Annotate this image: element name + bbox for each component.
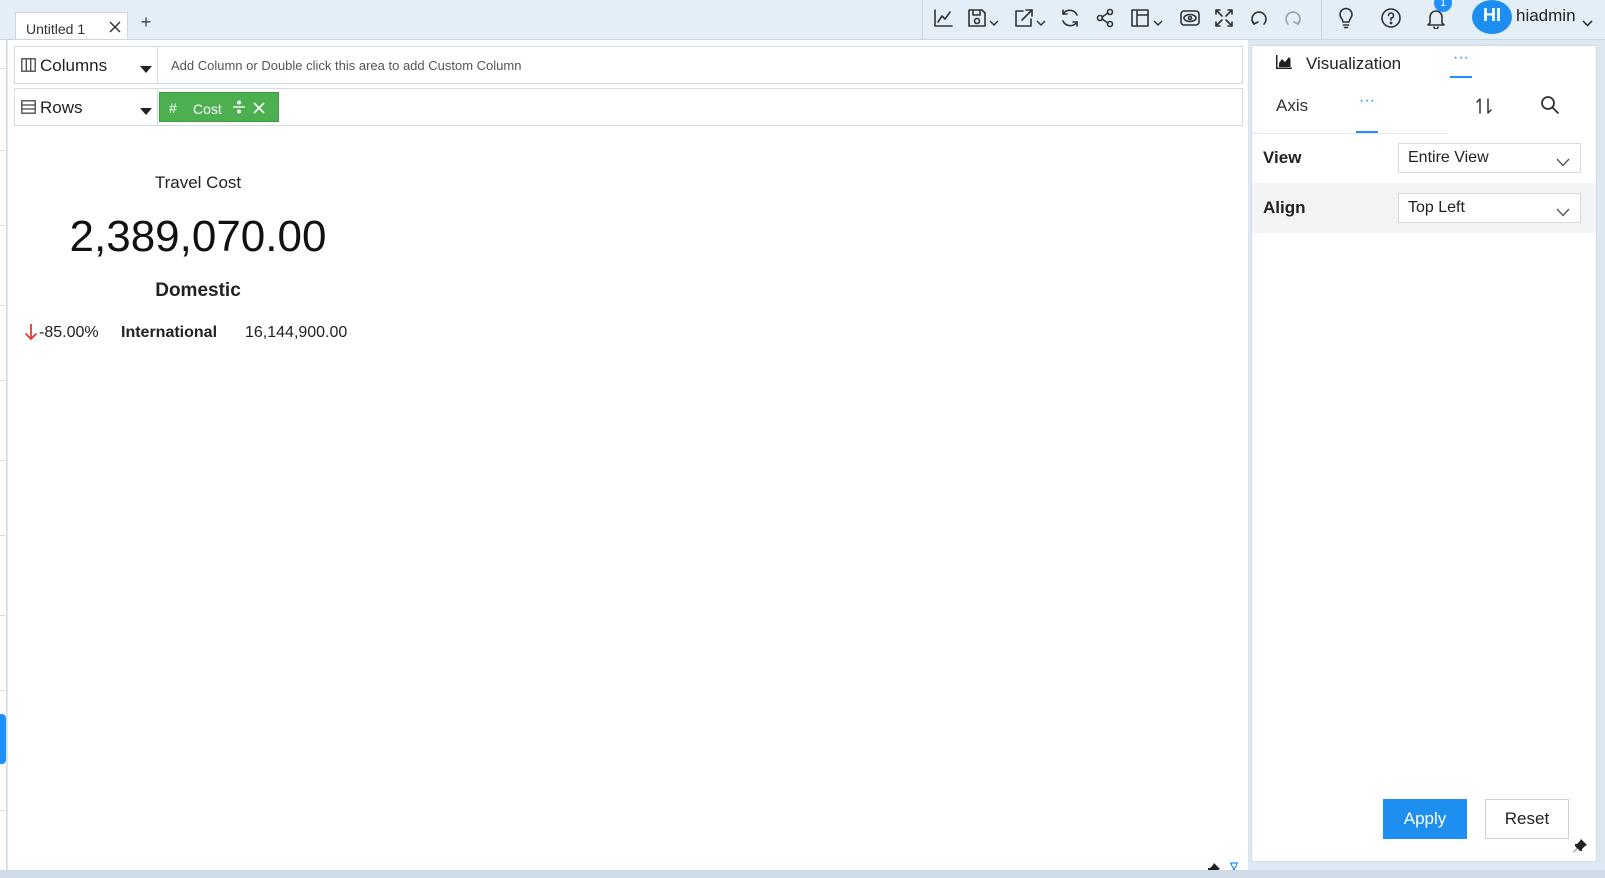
- cost-field-pill[interactable]: # Cost: [159, 92, 279, 122]
- new-tab-button[interactable]: +: [138, 12, 154, 32]
- bottom-status-strip: [0, 870, 1605, 878]
- cost-pill-label: Cost: [193, 101, 222, 117]
- subtab-more-icon[interactable]: ···: [1356, 88, 1378, 133]
- columns-label: Columns: [40, 56, 108, 75]
- chevron-down-icon: [1556, 204, 1570, 217]
- toolbar-divider: [1321, 0, 1322, 40]
- align-row: Align Top Left: [1252, 183, 1596, 233]
- save-caret-icon[interactable]: [989, 14, 999, 26]
- comparison-percent: -85.00%: [39, 324, 99, 341]
- rows-caret-icon[interactable]: [139, 103, 153, 115]
- panel-more-icon[interactable]: ···: [1450, 50, 1472, 78]
- search-icon[interactable]: [1540, 95, 1560, 115]
- rows-label: Rows: [40, 98, 83, 117]
- share-icon[interactable]: [1091, 4, 1119, 32]
- undo-icon[interactable]: [1245, 4, 1273, 32]
- user-menu-caret-icon[interactable]: [1582, 14, 1593, 27]
- comparison-label: International: [121, 324, 218, 341]
- export-icon[interactable]: [1010, 4, 1038, 32]
- align-select[interactable]: Top Left: [1398, 193, 1581, 223]
- refresh-icon[interactable]: [1056, 4, 1084, 32]
- view-select[interactable]: Entire View: [1398, 143, 1581, 173]
- line-chart-icon[interactable]: [929, 4, 957, 32]
- kpi-title: Travel Cost: [154, 173, 242, 192]
- align-label: Align: [1263, 198, 1306, 217]
- save-icon[interactable]: [963, 4, 991, 32]
- bulb-icon[interactable]: [1332, 4, 1360, 32]
- remove-field-icon[interactable]: [253, 101, 265, 114]
- properties-panel: Visualization ··· Axis ··· View Entire V…: [1251, 45, 1597, 862]
- rail-active-handle[interactable]: [0, 714, 6, 764]
- columns-drop-hint[interactable]: Add Column or Double click this area to …: [171, 58, 521, 73]
- close-tab-icon[interactable]: [108, 20, 122, 34]
- apply-button[interactable]: Apply: [1383, 799, 1467, 839]
- fullscreen-icon[interactable]: [1210, 4, 1238, 32]
- columns-icon: [21, 58, 36, 72]
- down-arrow-icon: [24, 323, 38, 341]
- top-bar: Untitled 1 + 1 HI hiadmin: [0, 0, 1605, 40]
- rows-shelf[interactable]: Rows # Cost: [14, 88, 1243, 126]
- sort-icon[interactable]: [1474, 96, 1494, 116]
- comparison-value: 16,144,900.00: [245, 324, 348, 341]
- kpi-subtitle: Domestic: [155, 280, 241, 301]
- redo-icon[interactable]: [1279, 4, 1307, 32]
- user-name[interactable]: hiadmin: [1516, 6, 1576, 26]
- area-chart-icon: [1276, 55, 1292, 69]
- help-icon[interactable]: [1377, 4, 1405, 32]
- layout-icon[interactable]: [1126, 4, 1154, 32]
- tab-visualization-label: Visualization: [1306, 54, 1402, 73]
- preview-icon[interactable]: [1176, 4, 1204, 32]
- numeric-hash-icon: #: [169, 100, 177, 116]
- columns-shelf[interactable]: Columns Add Column or Double click this …: [14, 46, 1243, 84]
- chevron-down-icon: [1556, 154, 1570, 167]
- report-canvas: Columns Add Column or Double click this …: [8, 40, 1248, 877]
- view-select-value: Entire View: [1408, 149, 1489, 166]
- tab-axis[interactable]: Axis: [1276, 96, 1308, 116]
- avatar[interactable]: HI: [1472, 0, 1512, 34]
- view-label: View: [1263, 148, 1302, 167]
- pin-icon[interactable]: [1573, 839, 1587, 853]
- kpi-value: 2,389,070.00: [69, 212, 327, 261]
- columns-caret-icon[interactable]: [139, 61, 153, 73]
- layout-caret-icon[interactable]: [1153, 14, 1163, 26]
- tab-title: Untitled 1: [26, 21, 86, 37]
- align-select-value: Top Left: [1408, 199, 1465, 216]
- rows-shelf-label[interactable]: Rows: [15, 89, 158, 125]
- tab-untitled-1[interactable]: Untitled 1: [15, 12, 128, 39]
- export-caret-icon[interactable]: [1036, 14, 1046, 26]
- toolbar-divider: [922, 0, 923, 40]
- reset-button[interactable]: Reset: [1485, 799, 1569, 839]
- view-row: View Entire View: [1252, 133, 1596, 183]
- rows-icon: [21, 100, 36, 114]
- columns-shelf-label[interactable]: Columns: [15, 47, 158, 83]
- divide-icon[interactable]: [232, 100, 246, 114]
